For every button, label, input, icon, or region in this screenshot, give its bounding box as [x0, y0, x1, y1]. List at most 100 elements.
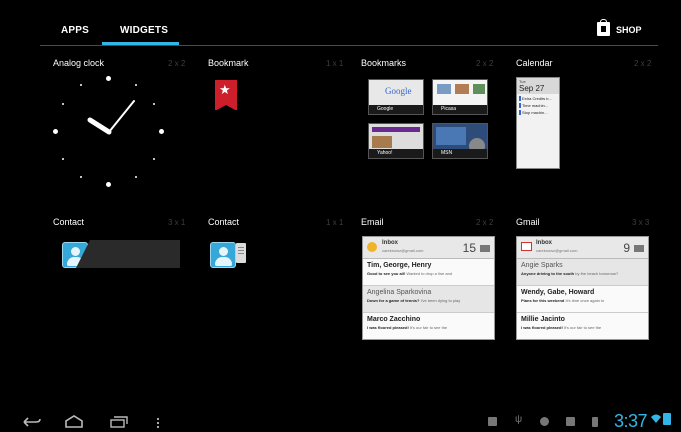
message-preview: Wanted to drop a line and [406, 271, 453, 276]
message-sender: Tim, George, Henry [367, 262, 432, 269]
tab-apps[interactable]: APPS [61, 25, 89, 36]
message-subject: Plans for this weekend [521, 298, 565, 303]
shop-bag-icon [597, 19, 610, 36]
widget-title-gmail: Gmail [516, 217, 540, 227]
top-tab-bar: APPS WIDGETS SHOP [0, 0, 681, 47]
widget-title-calendar: Calendar [516, 58, 553, 68]
gmail-message-row[interactable]: Angie Sparks Anyone driving to the south… [517, 259, 648, 286]
gmail-header: Inbox careknowz@gmail.com 9 [517, 237, 648, 259]
bookmark-widget[interactable]: ★ [215, 80, 237, 111]
message-preview: by the beach tomorrow? [575, 271, 619, 276]
gmail-icon [521, 242, 532, 251]
message-preview: It's time once again to [565, 298, 605, 303]
shop-label: SHOP [616, 25, 642, 35]
photo-icon [473, 84, 485, 94]
message-snippet: Good to see you all! Wanted to drop a li… [367, 271, 490, 276]
bookmark-caption: Picasa [433, 105, 487, 114]
clock-hands [87, 100, 135, 135]
recent-apps-icon[interactable] [109, 416, 129, 428]
widget-size-email: 2 x 2 [476, 218, 494, 227]
message-snippet: I was floored pleased! It's our fair to … [521, 325, 644, 330]
bookmark-caption: Yahoo! [369, 149, 423, 158]
contact-card-icon [236, 243, 246, 263]
gmail-message-row[interactable]: Wendy, Gabe, Howard Plans for this weeke… [517, 286, 648, 313]
photo-icon [455, 84, 469, 94]
widget-size-bookmark: 1 x 1 [326, 59, 344, 68]
widget-size-contact: 3 x 1 [168, 218, 186, 227]
calendar-date: Sep 27 [519, 84, 545, 93]
widget-size-gmail: 3 x 3 [632, 218, 650, 227]
bookmark-thumbnail: Google Google [368, 79, 424, 115]
message-sender: Millie Jacinto [521, 316, 565, 323]
system-bar [0, 402, 681, 432]
email-widget[interactable]: Inbox careknowz@gmail.com 15 Tim, George… [362, 236, 495, 340]
widget-title-email: Email [361, 217, 384, 227]
email-message-row[interactable]: Marco Zacchino I was floored pleased! It… [363, 313, 494, 339]
calendar-header: Tue Sep 27 [517, 78, 559, 94]
email-unread-count: 15 [462, 241, 476, 255]
message-preview: I've been dying to play [420, 298, 461, 303]
widget-size-analog-clock: 2 x 2 [168, 59, 186, 68]
debug-icon[interactable] [540, 417, 549, 426]
bookmark-caption: MSN [433, 149, 487, 158]
sd-card-icon[interactable] [592, 417, 598, 427]
contact-icon [210, 242, 236, 268]
email-account: careknowz@gmail.com [382, 248, 424, 253]
calendar-event: Time machin... [519, 103, 557, 108]
gmail-account: careknowz@gmail.com [536, 248, 578, 253]
battery-icon[interactable] [663, 413, 671, 425]
email-message-row[interactable]: Angelina Sparkovina Down for a game of t… [363, 286, 494, 313]
widget-title-analog-clock: Analog clock [53, 58, 105, 68]
message-preview: It's our fair to see the [409, 325, 448, 330]
photo-icon [372, 136, 392, 148]
gmail-inbox-label: Inbox [536, 240, 552, 246]
widget-title-bookmarks: Bookmarks [361, 58, 407, 68]
menu-icon[interactable] [156, 417, 160, 429]
usb-icon[interactable]: ψ [515, 414, 524, 425]
message-subject: I was floored pleased! [367, 325, 409, 330]
status-clock[interactable]: 3:37 [614, 411, 648, 432]
google-logo: Google [385, 86, 412, 96]
message-sender: Marco Zacchino [367, 316, 421, 323]
message-subject: Down for a game of tennis? [367, 298, 420, 303]
email-inbox-label: Inbox [382, 240, 398, 246]
tab-divider [40, 45, 658, 46]
bookmark-thumbnail: Picasa [432, 79, 488, 115]
star-icon: ★ [219, 82, 231, 97]
calendar-event: Extra Credits b... [519, 96, 557, 101]
message-subject: I was floored pleased! [521, 325, 563, 330]
message-snippet: I was floored pleased! It's our fair to … [367, 325, 490, 330]
notification-icon[interactable] [488, 417, 497, 426]
email-header: Inbox careknowz@gmail.com 15 [363, 237, 494, 259]
widget-size-calendar: 2 x 2 [634, 59, 652, 68]
gmail-message-row[interactable]: Millie Jacinto I was floored pleased! It… [517, 313, 648, 339]
contact-name-bar [76, 240, 180, 268]
bookmark-thumbnail: Yahoo! [368, 123, 424, 159]
notification-icon[interactable] [566, 417, 575, 426]
message-preview: It's our fair to see the [563, 325, 602, 330]
analog-clock-widget[interactable] [53, 76, 165, 188]
back-icon[interactable] [22, 416, 42, 428]
gmail-unread-count: 9 [623, 241, 630, 255]
tab-widgets[interactable]: WIDGETS [120, 25, 168, 36]
message-subject: Good to see you all! [367, 271, 406, 276]
yahoo-header [372, 127, 420, 132]
message-snippet: Plans for this weekend It's time once ag… [521, 298, 644, 303]
compose-icon[interactable] [480, 245, 490, 252]
calendar-widget[interactable]: Tue Sep 27 Extra Credits b... Time machi… [516, 77, 560, 169]
home-icon[interactable] [64, 415, 84, 428]
message-snippet: Down for a game of tennis? I've been dyi… [367, 298, 490, 303]
gmail-widget[interactable]: Inbox careknowz@gmail.com 9 Angie Sparks… [516, 236, 649, 340]
message-sender: Angie Sparks [521, 262, 563, 269]
message-subject: Anyone driving to the south [521, 271, 575, 276]
widget-title-contact: Contact [208, 217, 240, 227]
bookmark-thumbnail: MSN [432, 123, 488, 159]
message-sender: Angelina Sparkovina [367, 289, 432, 296]
calendar-event: Stop machin... [519, 110, 557, 115]
email-app-icon [367, 242, 377, 252]
bookmark-caption: Google [369, 105, 423, 114]
email-message-row[interactable]: Tim, George, Henry Good to see you all! … [363, 259, 494, 286]
compose-icon[interactable] [634, 245, 644, 252]
wifi-icon[interactable] [651, 414, 661, 424]
widget-size-bookmarks: 2 x 2 [476, 59, 494, 68]
